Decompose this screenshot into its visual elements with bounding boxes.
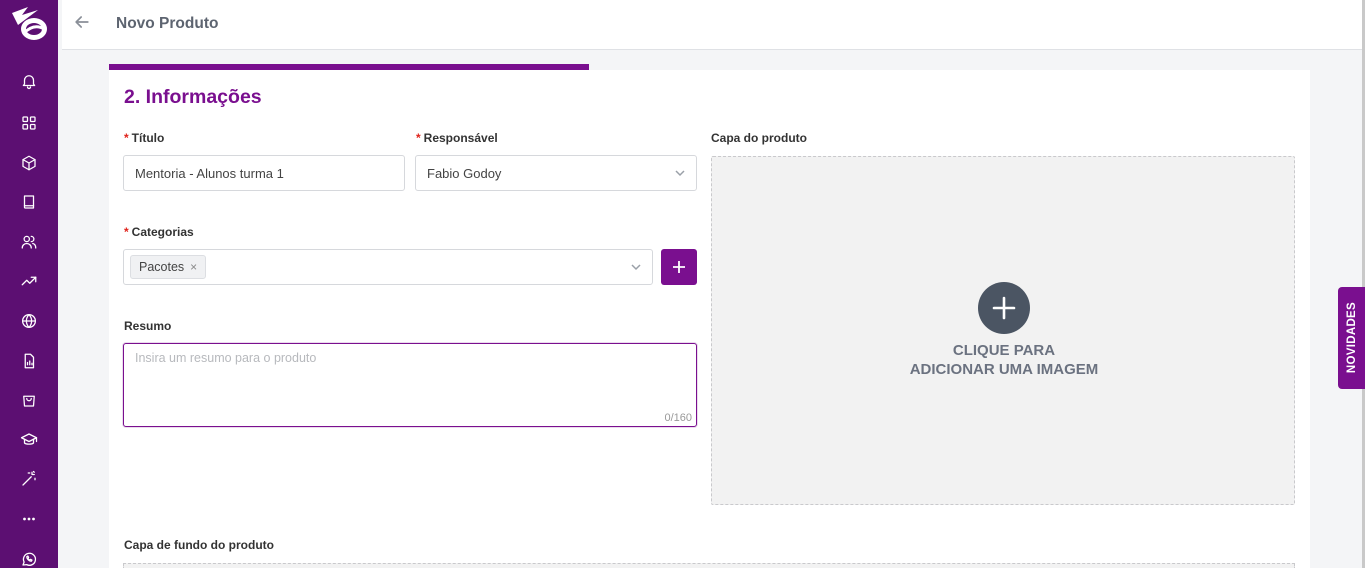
responsavel-select[interactable]: Fabio Godoy xyxy=(415,155,697,191)
cover-image-upload[interactable]: CLIQUE PARA ADICIONAR UMA IMAGEM xyxy=(711,156,1295,505)
responsavel-label: * Responsável xyxy=(416,131,498,145)
upload-cta-line2: ADICIONAR UMA IMAGEM xyxy=(909,361,1099,378)
upload-cta-line1: CLIQUE PARA xyxy=(952,342,1056,359)
chevron-down-icon xyxy=(630,261,642,273)
section-title: 2. Informações xyxy=(124,86,262,108)
required-mark: * xyxy=(416,131,421,145)
remove-tag-icon[interactable]: × xyxy=(190,260,197,274)
cube-icon[interactable] xyxy=(17,151,41,175)
more-icon[interactable] xyxy=(17,507,41,531)
resumo-textarea[interactable]: Insira um resumo para o produto 0/160 xyxy=(123,343,697,427)
required-mark: * xyxy=(124,225,129,239)
back-arrow-icon[interactable] xyxy=(72,12,96,36)
graduation-cap-icon[interactable] xyxy=(17,428,41,452)
top-header: Novo Produto xyxy=(62,0,1362,50)
categorias-select[interactable]: Pacotes × xyxy=(123,249,653,285)
character-counter: 0/160 xyxy=(664,412,692,424)
grid-icon[interactable] xyxy=(17,111,41,135)
titulo-input[interactable]: Mentoria - Alunos turma 1 xyxy=(123,155,405,191)
capa-fundo-label: Capa de fundo do produto xyxy=(124,538,274,552)
categorias-label: * Categorias xyxy=(124,225,194,239)
logo-icon[interactable] xyxy=(8,3,50,45)
whatsapp-icon[interactable] xyxy=(17,547,41,568)
users-icon[interactable] xyxy=(17,230,41,254)
trending-up-icon[interactable] xyxy=(17,269,41,293)
bell-icon[interactable] xyxy=(17,69,41,93)
report-icon[interactable] xyxy=(17,349,41,373)
shopping-bag-icon[interactable] xyxy=(17,388,41,412)
category-tag: Pacotes × xyxy=(130,255,207,279)
chevron-down-icon xyxy=(674,167,686,179)
plus-circle-icon xyxy=(978,282,1030,334)
novidades-tab[interactable]: NOVIDADES xyxy=(1338,287,1365,389)
capa-label: Capa do produto xyxy=(711,131,807,145)
step-progress-bar xyxy=(109,64,589,70)
magic-wand-icon[interactable] xyxy=(17,467,41,491)
globe-icon[interactable] xyxy=(17,309,41,333)
titulo-label: * Título xyxy=(124,131,165,145)
plus-icon xyxy=(673,261,685,273)
sidebar xyxy=(0,0,58,568)
required-mark: * xyxy=(124,131,129,145)
add-category-button[interactable] xyxy=(661,249,697,285)
page-title: Novo Produto xyxy=(116,15,219,32)
novidades-label: NOVIDADES xyxy=(1345,302,1358,374)
background-cover-upload[interactable] xyxy=(123,563,1295,568)
resumo-label: Resumo xyxy=(124,319,172,333)
book-icon[interactable] xyxy=(17,190,41,214)
resumo-placeholder: Insira um resumo para o produto xyxy=(135,351,317,365)
